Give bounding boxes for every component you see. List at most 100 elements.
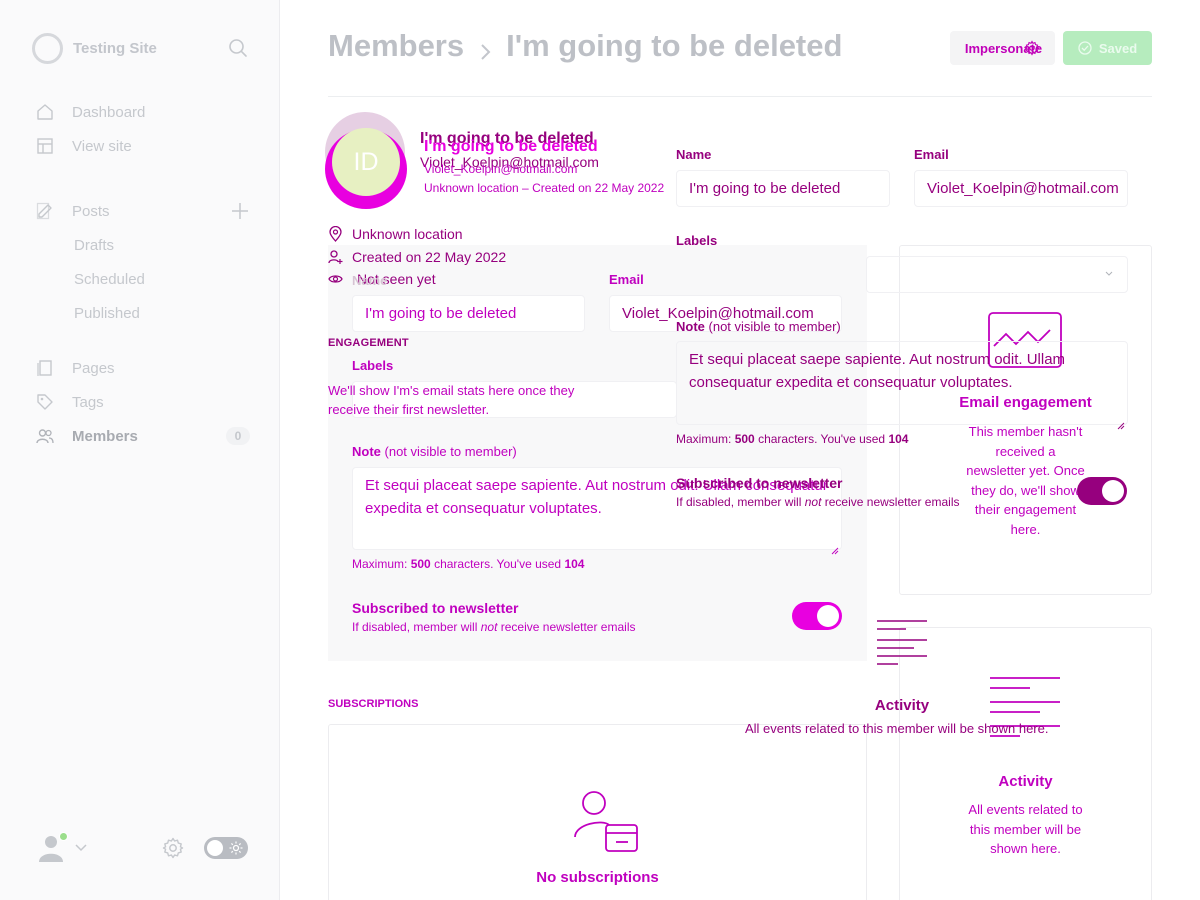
page-icon — [36, 359, 54, 377]
newsletter-toggle[interactable] — [1077, 477, 1127, 505]
site-header[interactable]: Testing Site — [32, 32, 248, 64]
user-plus-icon — [328, 249, 343, 265]
nav-item-dashboard[interactable]: Dashboard — [36, 95, 250, 129]
member-meta-line: Unknown location – Created on 22 May 202… — [424, 181, 665, 195]
no-subscriptions-title: No subscriptions — [536, 869, 659, 886]
hint-mid: characters. You've used — [758, 432, 886, 446]
member-created: Created on 22 May 2022 — [328, 249, 506, 265]
saved-label: Saved — [1098, 40, 1138, 56]
nav-item-published[interactable]: Published — [36, 296, 250, 330]
note-hint: Maximum: 500 characters. You've used 104 — [676, 432, 908, 446]
name-input[interactable]: I'm going to be deleted — [676, 170, 890, 207]
email-input[interactable]: Violet_Koelpin@hotmail.com — [914, 170, 1128, 207]
site-name: Testing Site — [73, 39, 157, 57]
pen-icon — [36, 202, 54, 220]
online-status-dot — [59, 832, 68, 841]
activity-title: Activity — [874, 697, 930, 714]
user-card-icon — [573, 789, 639, 858]
newsletter-hint-back: If disabled, member will not receive new… — [352, 620, 635, 634]
tag-icon — [36, 393, 54, 411]
nav-label: Tags — [72, 393, 104, 411]
resize-handle-icon[interactable] — [1117, 414, 1125, 430]
subscriptions-heading: SUBSCRIPTIONS — [328, 698, 419, 710]
nav-label: Pages — [72, 359, 115, 377]
activity-text: All events related to this member will b… — [745, 721, 1049, 736]
activity-card-title: Activity — [998, 773, 1053, 790]
name-field-back[interactable]: I'm going to be deleted — [352, 295, 585, 332]
note-label-text: Note — [352, 444, 381, 459]
sidebar-footer — [32, 830, 250, 866]
secondary-nav: Pages Tags Members 0 — [36, 351, 250, 453]
check-circle-icon — [1078, 41, 1092, 55]
nav-label: Posts — [72, 202, 110, 220]
add-post-icon[interactable] — [230, 201, 250, 221]
toggle-knob — [1102, 480, 1124, 502]
nav-item-pages[interactable]: Pages — [36, 351, 250, 385]
impersonate-button[interactable]: Impersonate — [950, 31, 1055, 65]
breadcrumb-members-link[interactable]: Members — [328, 28, 464, 64]
nav-item-members[interactable]: Members 0 — [36, 419, 250, 453]
nav-label: Members — [72, 427, 138, 445]
location-pin-icon — [328, 226, 343, 242]
note-label-back: Note (not visible to member) — [352, 444, 517, 459]
name-label: Name — [676, 147, 712, 162]
newsletter-hint-not: not — [804, 495, 822, 509]
sidebar: Testing Site Dashboard View site Posts D… — [0, 0, 280, 900]
home-icon — [36, 103, 54, 121]
nav-item-view-site[interactable]: View site — [36, 129, 250, 163]
member-email-subheading: Violet_Koelpin@hotmail.com — [424, 162, 578, 176]
location-text: Unknown location — [352, 226, 463, 242]
labels-select[interactable] — [866, 256, 1128, 293]
members-icon — [36, 427, 54, 445]
theme-toggle[interactable] — [204, 837, 248, 859]
nav-label: Scheduled — [74, 270, 145, 288]
list-icon — [876, 620, 928, 671]
nav-item-posts[interactable]: Posts — [36, 194, 250, 228]
member-location: Unknown location — [328, 226, 463, 242]
chevron-down-icon — [1105, 271, 1113, 277]
note-textarea[interactable]: Et sequi placeat saepe sapiente. Aut nos… — [676, 341, 1128, 430]
newsletter-label-back: Subscribed to newsletter — [352, 600, 519, 616]
breadcrumb: Members I'm going to be deleted — [328, 28, 842, 64]
note-label-suffix: (not visible to member) — [384, 444, 517, 459]
labels-label: Labels — [676, 233, 718, 248]
gear-icon[interactable] — [161, 836, 185, 860]
gear-icon — [1024, 40, 1040, 56]
note-label-text: Note — [676, 319, 705, 334]
toggle-knob — [207, 840, 223, 856]
content-nav: Posts Drafts Scheduled Published — [36, 194, 250, 330]
activity-card — [899, 627, 1152, 900]
hint-used: 104 — [888, 432, 909, 446]
nav-item-drafts[interactable]: Drafts — [36, 228, 250, 262]
resize-handle-icon[interactable] — [831, 539, 839, 555]
nav-label: View site — [72, 137, 132, 155]
nav-label: Published — [74, 304, 140, 322]
hint-max: 500 — [734, 432, 755, 446]
newsletter-hint-a: If disabled, member will — [676, 495, 802, 509]
engagement-empty-text: We'll show I'm's email stats here once t… — [328, 383, 575, 417]
note-label: Note (not visible to member) — [676, 319, 841, 334]
search-icon[interactable] — [228, 38, 248, 58]
member-avatar-initials: ID — [332, 128, 400, 196]
chevron-right-icon — [474, 35, 496, 60]
chevron-down-icon[interactable] — [74, 840, 88, 854]
email-engagement-text: This member hasn't received a newsletter… — [966, 424, 1085, 537]
note-text: Et sequi placeat saepe sapiente. Aut nos… — [689, 351, 1066, 391]
labels-label-back: Labels — [352, 358, 394, 373]
name-label-back: Name — [352, 273, 388, 288]
saved-button[interactable]: Saved — [1063, 31, 1152, 65]
hint-max: 500 — [410, 557, 431, 571]
layout-icon — [36, 137, 54, 155]
nav-item-tags[interactable]: Tags — [36, 385, 250, 419]
email-label: Email — [914, 147, 949, 162]
newsletter-toggle-back[interactable] — [792, 602, 842, 630]
hint-prefix: Maximum: — [352, 557, 408, 571]
note-label-suffix: (not visible to member) — [708, 319, 841, 334]
main-nav: Dashboard View site — [36, 95, 250, 163]
toggle-knob — [817, 605, 839, 627]
hint-prefix: Maximum: — [676, 432, 732, 446]
nav-item-scheduled[interactable]: Scheduled — [36, 262, 250, 296]
engagement-heading: ENGAGEMENT — [328, 337, 409, 349]
sun-icon — [229, 841, 243, 855]
hint-mid: characters. You've used — [434, 557, 562, 571]
